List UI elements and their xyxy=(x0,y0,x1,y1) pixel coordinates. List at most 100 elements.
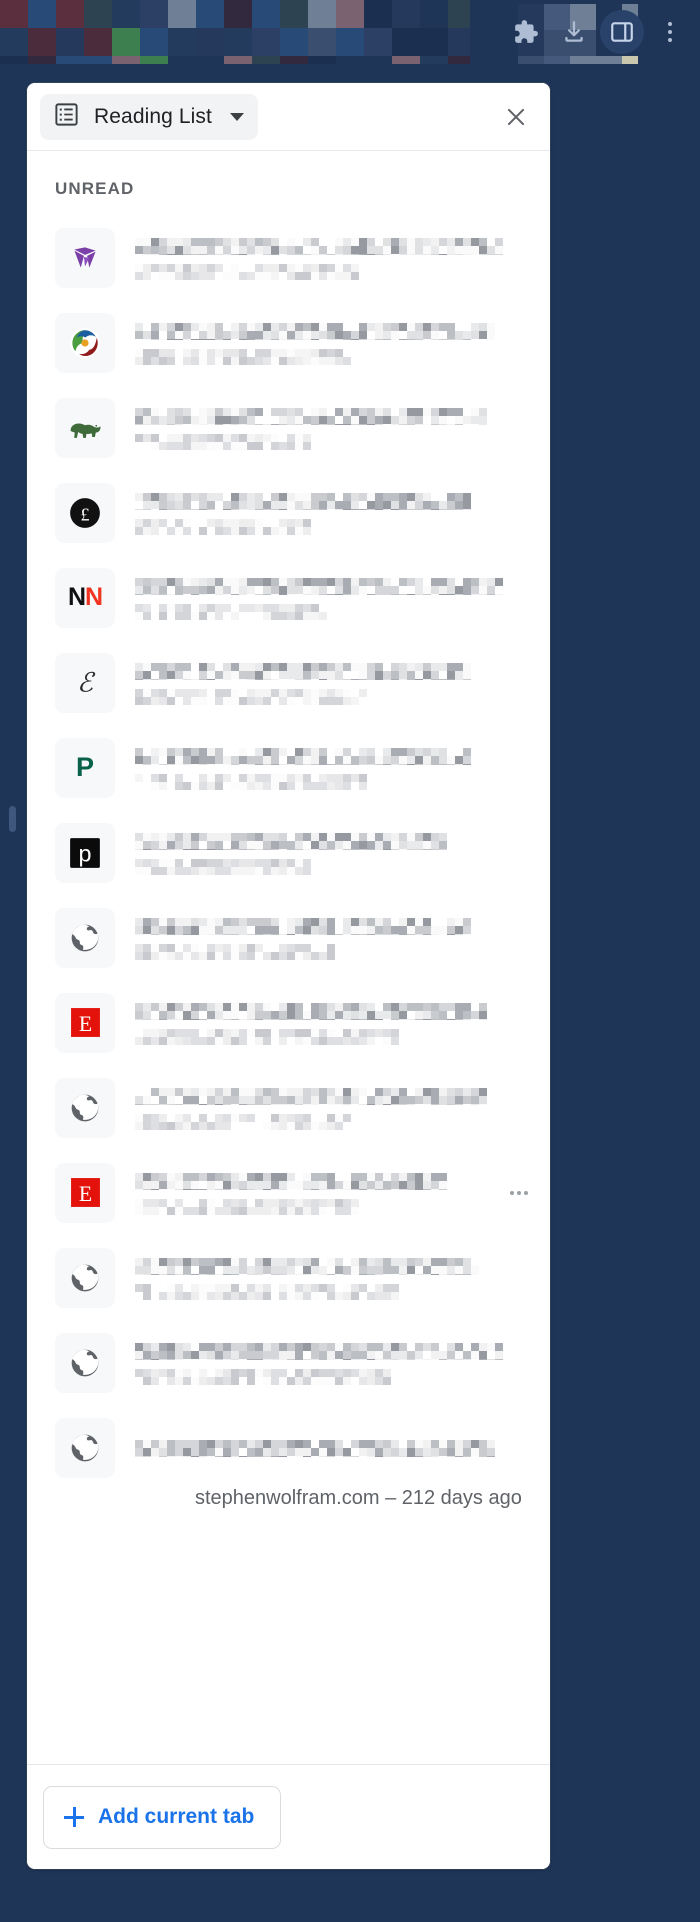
reading-list-item-source xyxy=(135,1028,528,1045)
reading-list-items[interactable]: £ NN ℰ Pp E Estephenwolfram.com – 212 days ag… xyxy=(27,207,550,1764)
chevron-down-icon xyxy=(229,112,244,121)
reading-list-item-title xyxy=(135,237,528,255)
svg-text:p: p xyxy=(79,840,92,866)
reading-list-item-title xyxy=(135,322,528,340)
downloads-icon[interactable] xyxy=(552,10,596,54)
reading-list-item-title xyxy=(135,1087,528,1105)
reading-list-item-title xyxy=(135,1257,528,1275)
add-current-tab-button[interactable]: Add current tab xyxy=(43,1785,282,1849)
browser-toolbar xyxy=(0,0,700,64)
reading-list-item-title xyxy=(135,662,528,680)
panel-selector-label: Reading List xyxy=(94,104,212,128)
reading-list-item-title xyxy=(135,577,528,595)
three-dot-glyph xyxy=(668,22,672,42)
reading-list-item-source xyxy=(135,603,528,620)
reading-list-item-source xyxy=(135,263,528,280)
reading-list-item[interactable] xyxy=(27,215,550,300)
reading-list-item-title xyxy=(135,917,528,935)
reading-list-item-text xyxy=(135,908,528,968)
panel-resize-handle[interactable] xyxy=(9,806,16,832)
svg-text:ℰ: ℰ xyxy=(77,667,96,697)
chrome-menu-icon[interactable] xyxy=(648,10,692,54)
reading-list-item-source-visible: stephenwolfram.com – 212 days ago xyxy=(195,1487,522,1509)
globe-icon xyxy=(55,907,115,968)
reading-list-item-text xyxy=(135,483,528,543)
plus-icon xyxy=(64,1807,84,1827)
reading-list-item-title xyxy=(135,492,528,510)
reading-list-item-title xyxy=(135,1342,528,1360)
close-panel-button[interactable] xyxy=(496,97,536,137)
svg-text:£: £ xyxy=(80,504,89,524)
reading-list-item-text xyxy=(135,1333,528,1393)
reading-list-item-source xyxy=(135,1368,528,1385)
reading-list-item-source xyxy=(135,773,528,790)
reading-list-item[interactable]: stephenwolfram.com – 212 days ago xyxy=(27,1405,550,1509)
reading-list-item[interactable] xyxy=(27,385,550,470)
pound-sterling-icon: £ xyxy=(55,482,115,543)
globe-icon xyxy=(55,1417,115,1478)
panel-header: Reading List xyxy=(27,83,550,151)
reading-list-item-source xyxy=(135,518,528,535)
reading-list-item[interactable]: E xyxy=(27,1150,550,1235)
reading-list-item[interactable] xyxy=(27,1320,550,1405)
redacted-tab-strip xyxy=(0,0,470,64)
reading-list-item-text xyxy=(135,653,528,713)
green-p-icon: P xyxy=(55,737,115,798)
reading-list-item-text xyxy=(135,568,528,628)
globe-icon xyxy=(55,1247,115,1308)
reading-list-item[interactable]: E xyxy=(27,980,550,1065)
panel-selector-dropdown[interactable]: Reading List xyxy=(40,93,258,140)
reading-list-item-title xyxy=(135,1440,528,1457)
reading-list-item-source xyxy=(135,1283,528,1300)
reading-list-item-title xyxy=(135,747,528,765)
reading-list-item-source xyxy=(135,433,528,450)
reading-list-item-source xyxy=(135,943,528,960)
reading-list-item-text xyxy=(135,823,528,883)
reading-list-item-text xyxy=(135,228,528,288)
script-e-icon: ℰ xyxy=(55,652,115,713)
reading-list-item[interactable] xyxy=(27,300,550,385)
reading-list-item[interactable] xyxy=(27,1235,550,1320)
svg-text:E: E xyxy=(78,1182,91,1206)
reading-list-side-panel: Reading List UNREAD £ NN ℰ Pp E Estephenwolfr… xyxy=(27,83,550,1869)
svg-text:E: E xyxy=(78,1012,91,1036)
reading-list-item-source xyxy=(135,1113,528,1130)
reading-list-item-source xyxy=(135,688,528,705)
reading-list-item-text xyxy=(135,1248,528,1308)
globe-icon xyxy=(55,1077,115,1138)
reading-list-item-source xyxy=(135,858,528,875)
reading-list-item[interactable]: NN xyxy=(27,555,550,640)
reading-list-item-text xyxy=(135,313,528,373)
add-current-tab-label: Add current tab xyxy=(98,1805,255,1828)
reading-list-item[interactable]: P xyxy=(27,725,550,810)
reading-list-item[interactable] xyxy=(27,895,550,980)
nn-letters-icon: NN xyxy=(55,567,115,628)
reading-list-item-title xyxy=(135,832,528,850)
panel-footer: Add current tab xyxy=(27,1764,550,1869)
black-p-icon: p xyxy=(55,822,115,883)
reading-list-item-text xyxy=(135,993,528,1053)
reading-list-item-source xyxy=(135,1198,528,1215)
toolbar-icon-group xyxy=(504,0,692,64)
green-bear-icon xyxy=(55,397,115,458)
reading-list-icon xyxy=(53,101,80,133)
side-panel-icon[interactable] xyxy=(600,10,644,54)
globe-icon xyxy=(55,1332,115,1393)
item-overflow-menu-icon[interactable] xyxy=(502,1176,536,1210)
reading-list-item-title xyxy=(135,407,528,425)
reading-list-item-text xyxy=(135,1418,528,1478)
reading-list-item[interactable]: £ xyxy=(27,470,550,555)
reading-list-item-text xyxy=(135,738,528,798)
reading-list-item[interactable] xyxy=(27,1065,550,1150)
vector-purple-icon xyxy=(55,227,115,288)
reading-list-item-text xyxy=(135,1078,528,1138)
extensions-icon[interactable] xyxy=(504,10,548,54)
red-e-icon: E xyxy=(55,1162,115,1223)
reading-list-item-title xyxy=(135,1172,528,1190)
reading-list-item[interactable]: p xyxy=(27,810,550,895)
reading-list-item-source xyxy=(135,348,528,365)
reading-list-item-text xyxy=(135,398,528,458)
reading-list-item-text xyxy=(135,1163,528,1223)
swirl-color-icon xyxy=(55,312,115,373)
reading-list-item[interactable]: ℰ xyxy=(27,640,550,725)
